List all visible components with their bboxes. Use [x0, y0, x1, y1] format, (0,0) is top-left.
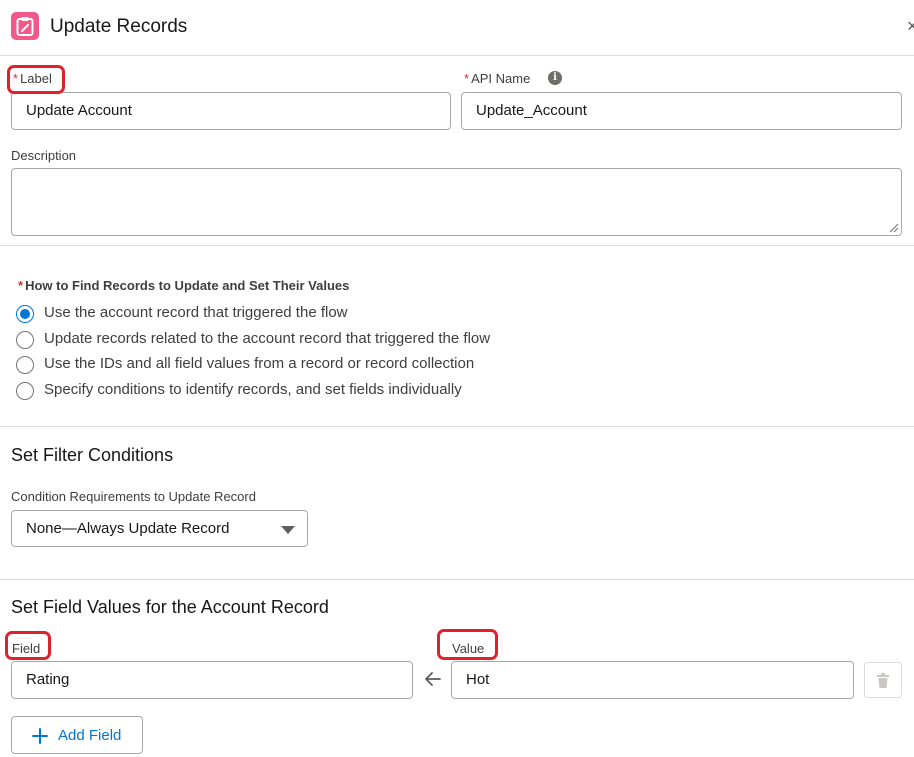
how-to-find-label: * How to Find Records to Update and Set T…	[18, 278, 349, 293]
highlight-annotation	[437, 629, 498, 660]
condition-requirements-select[interactable]: None—Always Update Record	[11, 510, 308, 547]
radio-label: Specify conditions to identify records, …	[44, 381, 462, 398]
arrow-left-icon	[425, 672, 441, 686]
field-input[interactable]: Rating	[11, 661, 413, 699]
divider	[0, 426, 914, 427]
trash-icon	[877, 673, 889, 688]
field-values-heading: Set Field Values for the Account Record	[11, 597, 329, 617]
required-mark: *	[464, 71, 470, 86]
close-icon[interactable]: ×	[907, 16, 914, 37]
api-name-input[interactable]: Update_Account	[461, 92, 902, 130]
clipboard-edit-icon	[11, 12, 39, 40]
radio-button[interactable]	[16, 382, 34, 400]
resize-handle-icon[interactable]	[889, 223, 899, 233]
api-name-field-label: * API Name	[464, 71, 530, 86]
divider	[0, 245, 914, 246]
label-input[interactable]: Update Account	[11, 92, 451, 130]
radio-label: Use the IDs and all field values from a …	[44, 355, 475, 372]
radio-label: Update records related to the account re…	[44, 330, 491, 347]
description-textarea[interactable]	[11, 168, 902, 236]
description-label: Description	[11, 148, 77, 163]
condition-selected-value: None—Always Update Record	[26, 520, 230, 537]
filter-heading: Set Filter Conditions	[11, 445, 174, 465]
highlight-annotation	[5, 631, 51, 660]
plus-icon	[32, 728, 48, 744]
add-field-button[interactable]: Add Field	[11, 716, 143, 754]
condition-requirements-label: Condition Requirements to Update Record	[11, 489, 256, 504]
divider	[0, 579, 914, 580]
delete-row-button[interactable]	[864, 662, 902, 698]
chevron-down-icon	[281, 526, 295, 534]
modal-title: Update Records	[50, 16, 188, 37]
add-field-label: Add Field	[58, 727, 122, 744]
value-input[interactable]: Hot	[451, 661, 854, 699]
radio-label: Use the account record that triggered th…	[44, 304, 348, 321]
radio-button[interactable]	[16, 331, 34, 349]
modal-header: Update Records ×	[0, 0, 914, 56]
highlight-annotation	[7, 65, 65, 94]
radio-button-selected[interactable]	[16, 305, 34, 323]
required-mark: *	[18, 278, 24, 293]
info-icon[interactable]: i	[548, 71, 562, 85]
how-to-find-text: How to Find Records to Update and Set Th…	[25, 278, 350, 293]
api-name-text: API Name	[471, 71, 531, 86]
radio-button[interactable]	[16, 356, 34, 374]
